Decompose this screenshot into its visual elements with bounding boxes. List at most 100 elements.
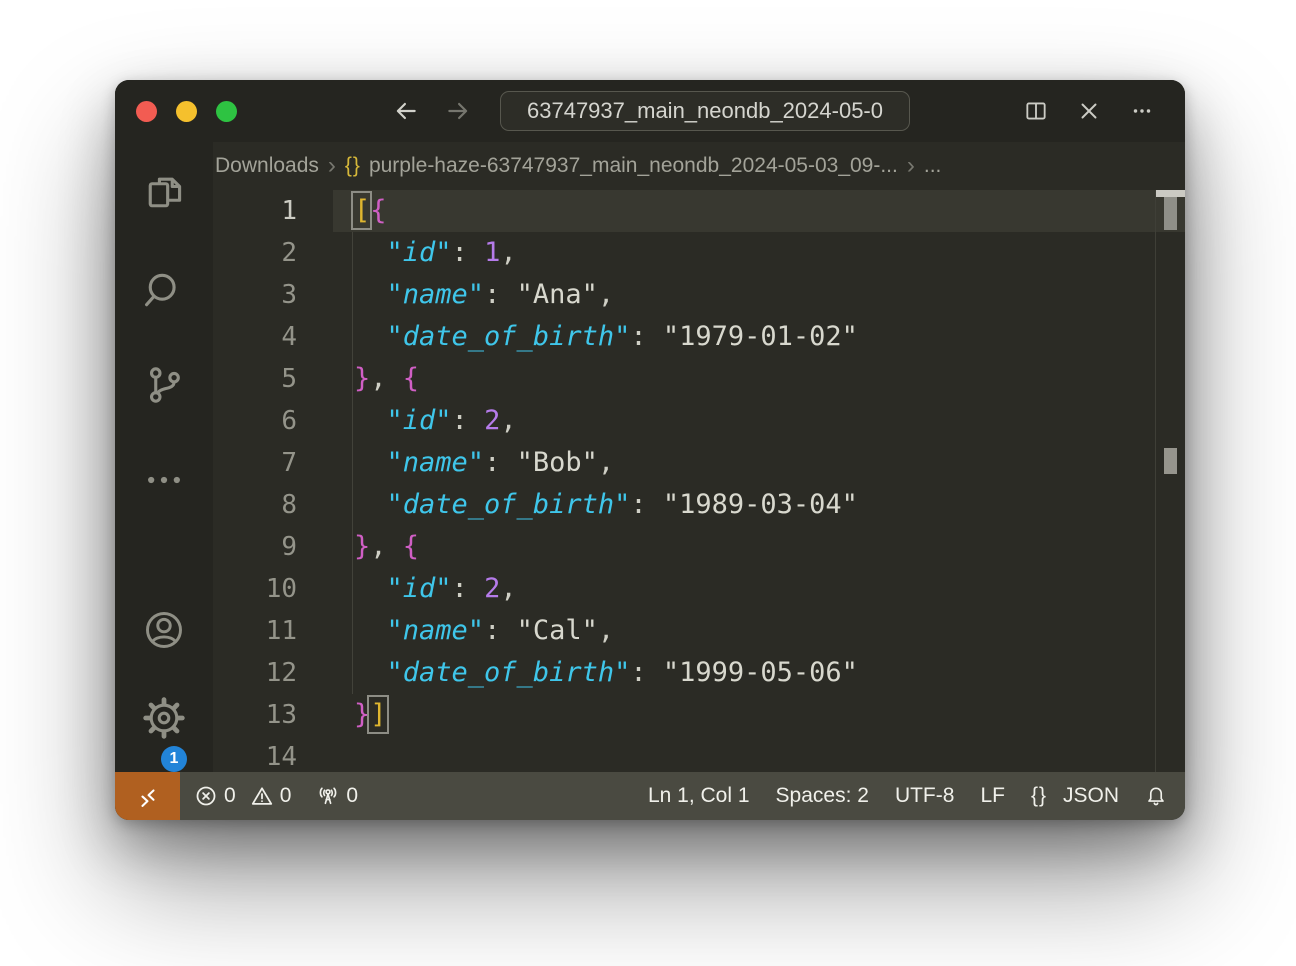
warning-icon (251, 785, 273, 807)
more-views-ellipsis-icon[interactable] (142, 458, 186, 502)
vscode-window: 63747937_main_neondb_2024-05-0 (115, 80, 1185, 820)
encoding-setting[interactable]: UTF-8 (895, 784, 955, 808)
line-number[interactable]: 12 (213, 652, 297, 694)
zoom-window-button[interactable] (216, 101, 237, 122)
overview-ruler-marker (1164, 448, 1177, 474)
status-bar: 0 0 0 Ln 1, Col 1 (115, 772, 1185, 820)
code-token: "Bob" (517, 447, 598, 478)
remote-indicator[interactable] (115, 772, 180, 820)
indentation-setting[interactable]: Spaces: 2 (776, 784, 869, 808)
code-token: } (354, 363, 370, 394)
matched-bracket: ] (370, 699, 386, 730)
code-token: "date_of_birth" (387, 321, 631, 352)
code-token: { (370, 195, 386, 226)
code-token: "name" (387, 615, 485, 646)
code-token: , (500, 237, 516, 268)
code-line[interactable]: "id": 2, (354, 400, 1155, 442)
code-line[interactable]: "date_of_birth": "1979-01-02" (354, 316, 1155, 358)
line-number[interactable]: 3 (213, 274, 297, 316)
code-token: "Ana" (517, 279, 598, 310)
notifications-bell[interactable] (1145, 785, 1167, 807)
code-token: "id" (387, 573, 452, 604)
forward-arrow-icon[interactable] (445, 98, 471, 124)
code-token: "name" (387, 447, 485, 478)
code-line[interactable]: "name": "Bob", (354, 442, 1155, 484)
code-lines[interactable]: [{ "id": 1, "name": "Ana", "date_of_birt… (340, 190, 1155, 772)
minimize-window-button[interactable] (176, 101, 197, 122)
code-line[interactable]: }] (354, 694, 1155, 736)
matched-bracket: [ (354, 195, 370, 226)
code-line[interactable]: }, { (354, 358, 1155, 400)
more-actions-icon[interactable] (1129, 98, 1155, 124)
code-line[interactable]: "name": "Ana", (354, 274, 1155, 316)
line-number[interactable]: 10 (213, 568, 297, 610)
code-line[interactable]: "id": 2, (354, 568, 1155, 610)
explorer-files-icon[interactable] (142, 170, 186, 214)
code-line[interactable]: }, { (354, 526, 1155, 568)
breadcrumb-file[interactable]: purple-haze-63747937_main_neondb_2024-05… (369, 154, 898, 178)
editor[interactable]: 1234567891011121314 [{ "id": 1, "name": … (213, 190, 1185, 772)
code-line[interactable]: [{ (354, 190, 1155, 232)
line-number[interactable]: 4 (213, 316, 297, 358)
eol-setting[interactable]: LF (980, 784, 1005, 808)
code-token: , (370, 531, 403, 562)
command-center[interactable]: 63747937_main_neondb_2024-05-0 (500, 91, 910, 131)
code-line[interactable] (354, 736, 1155, 772)
code-token: "name" (387, 279, 485, 310)
line-number[interactable]: 7 (213, 442, 297, 484)
code-token: { (403, 531, 419, 562)
code-token: , (598, 279, 614, 310)
code-token: "id" (387, 405, 452, 436)
source-control-icon[interactable] (142, 363, 186, 407)
settings-gear-icon[interactable] (142, 696, 186, 740)
scrollbar[interactable] (1155, 190, 1185, 772)
code-token: , (370, 363, 403, 394)
remote-icon (137, 785, 159, 807)
cursor-position[interactable]: Ln 1, Col 1 (648, 784, 750, 808)
line-number[interactable]: 13 (213, 694, 297, 736)
line-number[interactable]: 5 (213, 358, 297, 400)
code-token: : (452, 573, 485, 604)
bell-icon (1145, 785, 1167, 807)
back-arrow-icon[interactable] (393, 98, 419, 124)
code-line[interactable]: "id": 1, (354, 232, 1155, 274)
language-mode[interactable]: {} JSON (1031, 784, 1119, 808)
errors-indicator[interactable]: 0 (195, 784, 236, 808)
code-token (354, 405, 387, 436)
account-icon[interactable] (142, 608, 186, 652)
warnings-indicator[interactable]: 0 (251, 784, 292, 808)
title-bar: 63747937_main_neondb_2024-05-0 (115, 80, 1185, 142)
line-number[interactable]: 11 (213, 610, 297, 652)
line-number[interactable]: 6 (213, 400, 297, 442)
code-token (354, 237, 387, 268)
code-token: } (354, 531, 370, 562)
gutter[interactable]: 1234567891011121314 (213, 190, 340, 772)
line-number[interactable]: 9 (213, 526, 297, 568)
line-number[interactable]: 8 (213, 484, 297, 526)
overview-ruler-cursor-marker (1156, 190, 1185, 197)
code-line[interactable]: "date_of_birth": "1999-05-06" (354, 652, 1155, 694)
code-token: : (630, 657, 663, 688)
line-number[interactable]: 2 (213, 232, 297, 274)
code-token: 2 (484, 405, 500, 436)
warnings-count: 0 (280, 784, 292, 808)
code-token (354, 447, 387, 478)
code-line[interactable]: "date_of_birth": "1989-03-04" (354, 484, 1155, 526)
code-token (354, 489, 387, 520)
chevron-right-icon: › (319, 154, 345, 178)
line-number[interactable]: 14 (213, 736, 297, 772)
close-editor-icon[interactable] (1076, 98, 1102, 124)
code-token: : (452, 405, 485, 436)
breadcrumb-folder[interactable]: Downloads (215, 154, 319, 178)
search-icon[interactable] (142, 268, 186, 312)
code-line[interactable]: "name": "Cal", (354, 610, 1155, 652)
ports-indicator[interactable]: 0 (317, 784, 358, 808)
breadcrumb-more[interactable]: ... (924, 154, 942, 178)
json-braces-icon: {} (345, 154, 361, 178)
code-token: : (630, 489, 663, 520)
code-token: 2 (484, 573, 500, 604)
line-number[interactable]: 1 (213, 190, 297, 232)
close-window-button[interactable] (136, 101, 157, 122)
split-editor-icon[interactable] (1023, 98, 1049, 124)
scrollbar-thumb[interactable] (1164, 197, 1177, 230)
